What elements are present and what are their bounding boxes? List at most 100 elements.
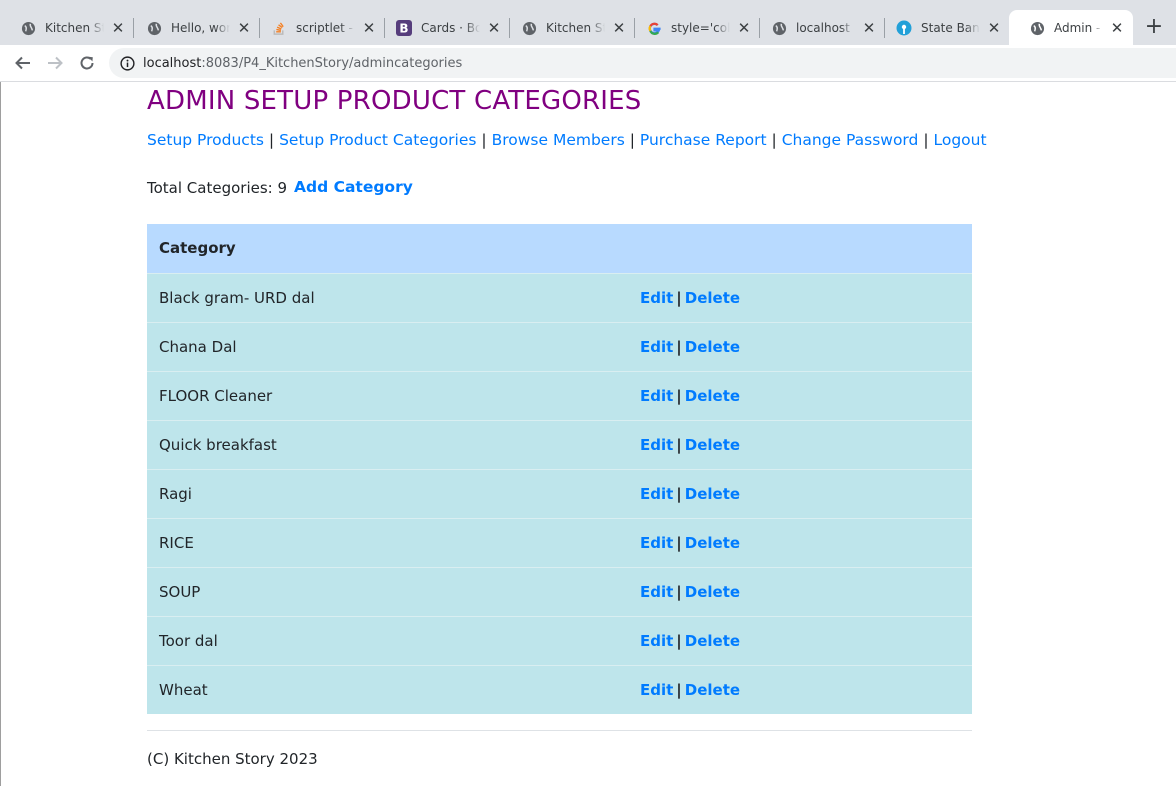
edit-link[interactable]: Edit bbox=[640, 534, 673, 552]
nav-link-change-password[interactable]: Change Password bbox=[782, 131, 919, 149]
browser-tab[interactable]: Hello, world! ✕ bbox=[126, 10, 260, 46]
delete-link[interactable]: Delete bbox=[685, 583, 740, 601]
browser-tab[interactable]: State Bank ✕ bbox=[876, 10, 1010, 46]
close-tab-icon[interactable]: ✕ bbox=[236, 19, 252, 37]
delete-link[interactable]: Delete bbox=[685, 632, 740, 650]
delete-link[interactable]: Delete bbox=[685, 387, 740, 405]
back-arrow-icon[interactable] bbox=[11, 51, 35, 75]
table-row: Toor dal Edit | Delete bbox=[147, 615, 972, 665]
footer-text: (C) Kitchen Story 2023 bbox=[147, 750, 318, 768]
edit-link[interactable]: Edit bbox=[640, 485, 673, 503]
table-row: SOUP Edit | Delete bbox=[147, 566, 972, 616]
edit-link[interactable]: Edit bbox=[640, 681, 673, 699]
globe-icon bbox=[521, 20, 537, 36]
delete-link[interactable]: Delete bbox=[685, 485, 740, 503]
tab-title: State Bank bbox=[921, 21, 980, 35]
edit-link[interactable]: Edit bbox=[640, 289, 673, 307]
table-row: Chana Dal Edit | Delete bbox=[147, 321, 972, 371]
nav-link-setup-categories[interactable]: Setup Product Categories bbox=[279, 131, 476, 149]
category-name: Ragi bbox=[147, 468, 640, 518]
row-actions: Edit | Delete bbox=[640, 664, 972, 714]
edit-link[interactable]: Edit bbox=[640, 387, 673, 405]
tab-title: Cards · Bootstrap bbox=[421, 21, 480, 35]
category-name: RICE bbox=[147, 517, 640, 567]
close-tab-icon[interactable]: ✕ bbox=[110, 19, 126, 37]
browser-tab[interactable]: localhost ✕ bbox=[751, 10, 885, 46]
table-row: Wheat Edit | Delete bbox=[147, 664, 972, 714]
globe-icon bbox=[771, 20, 787, 36]
page-title: ADMIN SETUP PRODUCT CATEGORIES bbox=[147, 86, 642, 116]
forward-arrow-icon[interactable] bbox=[43, 51, 67, 75]
tab-title: Kitchen Story bbox=[546, 21, 605, 35]
browser-tab[interactable]: Kitchen Story ✕ bbox=[0, 10, 134, 46]
edit-link[interactable]: Edit bbox=[640, 583, 673, 601]
address-bar[interactable]: localhost:8083/P4_KitchenStory/admincate… bbox=[109, 48, 1176, 78]
categories-table: Category Black gram- URD dal Edit | Delete C… bbox=[147, 224, 972, 714]
category-name: Toor dal bbox=[147, 615, 640, 665]
bootstrap-icon: B bbox=[396, 20, 412, 36]
row-actions: Edit | Delete bbox=[640, 566, 972, 616]
tab-title: Admin - Setup bbox=[1054, 21, 1103, 35]
info-icon[interactable] bbox=[119, 55, 135, 71]
reload-icon[interactable] bbox=[75, 51, 99, 75]
table-row: Black gram- URD dal Edit | Delete bbox=[147, 272, 972, 322]
table-row: FLOOR Cleaner Edit | Delete bbox=[147, 370, 972, 420]
stackoverflow-icon bbox=[271, 20, 287, 36]
row-actions: Edit | Delete bbox=[640, 517, 972, 567]
close-tab-icon[interactable]: ✕ bbox=[361, 19, 377, 37]
category-name: Chana Dal bbox=[147, 321, 640, 371]
nav-link-setup-products[interactable]: Setup Products bbox=[147, 131, 264, 149]
browser-tabstrip: Kitchen Story ✕ Hello, world! ✕ scriptle… bbox=[0, 0, 1176, 46]
url-text[interactable]: localhost:8083/P4_KitchenStory/admincate… bbox=[143, 56, 462, 71]
row-actions: Edit | Delete bbox=[640, 370, 972, 420]
browser-tab[interactable]: Kitchen Story ✕ bbox=[501, 10, 635, 46]
row-actions: Edit | Delete bbox=[640, 272, 972, 322]
tab-title: style='color bbox=[671, 21, 730, 35]
globe-icon bbox=[146, 20, 162, 36]
close-tab-icon[interactable]: ✕ bbox=[861, 19, 877, 37]
delete-link[interactable]: Delete bbox=[685, 681, 740, 699]
table-row: Ragi Edit | Delete bbox=[147, 468, 972, 518]
row-actions: Edit | Delete bbox=[640, 615, 972, 665]
row-actions: Edit | Delete bbox=[640, 321, 972, 371]
edit-link[interactable]: Edit bbox=[640, 632, 673, 650]
edit-link[interactable]: Edit bbox=[640, 338, 673, 356]
browser-tab[interactable]: style='color ✕ bbox=[626, 10, 760, 46]
row-actions: Edit | Delete bbox=[640, 468, 972, 518]
globe-icon bbox=[20, 20, 36, 36]
close-tab-icon[interactable]: ✕ bbox=[1109, 19, 1125, 37]
edit-link[interactable]: Edit bbox=[640, 436, 673, 454]
delete-link[interactable]: Delete bbox=[685, 289, 740, 307]
tab-title: Kitchen Story bbox=[45, 21, 104, 35]
category-name: Quick breakfast bbox=[147, 419, 640, 469]
delete-link[interactable]: Delete bbox=[685, 534, 740, 552]
add-category-link[interactable]: Add Category bbox=[294, 178, 413, 196]
google-icon bbox=[646, 20, 662, 36]
category-name: Black gram- URD dal bbox=[147, 272, 640, 322]
new-tab-icon[interactable]: + bbox=[1142, 16, 1166, 40]
admin-nav: Setup Products | Setup Product Categorie… bbox=[147, 131, 987, 149]
footer-divider bbox=[147, 730, 972, 731]
browser-tab[interactable]: scriptlet - How ✕ bbox=[251, 10, 385, 46]
tab-title: localhost bbox=[796, 21, 850, 35]
close-tab-icon[interactable]: ✕ bbox=[611, 19, 627, 37]
tab-title: Hello, world! bbox=[171, 21, 230, 35]
delete-link[interactable]: Delete bbox=[685, 338, 740, 356]
close-tab-icon[interactable]: ✕ bbox=[736, 19, 752, 37]
nav-link-browse-members[interactable]: Browse Members bbox=[492, 131, 625, 149]
tab-title: scriptlet - How bbox=[296, 21, 355, 35]
delete-link[interactable]: Delete bbox=[685, 436, 740, 454]
sbi-icon bbox=[896, 20, 912, 36]
category-name: SOUP bbox=[147, 566, 640, 616]
total-categories: Total Categories: 9 bbox=[147, 179, 288, 197]
category-name: FLOOR Cleaner bbox=[147, 370, 640, 420]
browser-tab[interactable]: B Cards · Bootstrap ✕ bbox=[376, 10, 510, 46]
close-tab-icon[interactable]: ✕ bbox=[486, 19, 502, 37]
nav-link-logout[interactable]: Logout bbox=[933, 131, 986, 149]
close-tab-icon[interactable]: ✕ bbox=[986, 19, 1002, 37]
browser-tab-active[interactable]: Admin - Setup ✕ bbox=[1009, 10, 1133, 46]
browser-toolbar: localhost:8083/P4_KitchenStory/admincate… bbox=[0, 45, 1176, 82]
table-row: RICE Edit | Delete bbox=[147, 517, 972, 567]
category-name: Wheat bbox=[147, 664, 640, 714]
nav-link-purchase-report[interactable]: Purchase Report bbox=[640, 131, 767, 149]
